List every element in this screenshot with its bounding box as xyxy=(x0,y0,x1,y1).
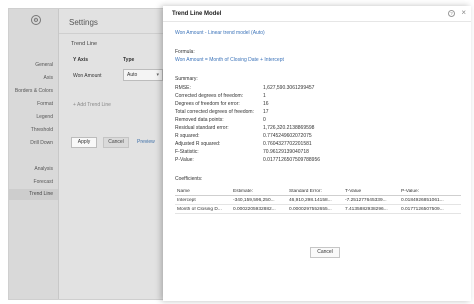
table-row: Month of Closing D... 0.0002205932882...… xyxy=(175,205,461,214)
formula-text: Won Amount = Month of Closing Date + Int… xyxy=(175,57,284,63)
summary-label: Summary: xyxy=(175,76,198,82)
summary-value-p-value: 0.0177126507509788956 xyxy=(263,157,321,163)
dialog-cancel-button[interactable]: Cancel xyxy=(310,247,340,258)
summary-value-removed-points: 0 xyxy=(263,117,266,123)
summary-label-f-statistic: F-Statistic: xyxy=(175,149,199,155)
help-icon[interactable]: ? xyxy=(448,10,455,17)
cell-name: Month of Closing D... xyxy=(177,206,222,212)
settings-title: Settings xyxy=(69,18,98,27)
y-axis-value: Won Amount xyxy=(73,73,102,79)
sidebar-item-drill-down[interactable]: Drill Down xyxy=(30,140,53,146)
summary-value-f-statistic: 70.96129139040718 xyxy=(263,149,309,155)
sidebar-item-format[interactable]: Format xyxy=(37,101,53,107)
sidebar-item-analysis[interactable]: Analysis xyxy=(34,166,53,172)
dialog-title: Trend Line Model xyxy=(172,11,222,17)
summary-label-r-squared: R squared: xyxy=(175,133,200,139)
settings-icon[interactable]: ⚙ xyxy=(31,15,41,25)
summary-value-total-df: 17 xyxy=(263,109,269,115)
cell-estimate: 0.0002205932882... xyxy=(233,206,276,212)
close-icon[interactable]: × xyxy=(461,8,466,17)
summary-label-adj-r-squared: Adjusted R squared: xyxy=(175,141,221,147)
table-row: Intercept -340,159,596,250... 46,910,298… xyxy=(175,196,461,205)
coefficients-label: Coefficients: xyxy=(175,176,203,182)
dialog-header: Trend Line Model ? × xyxy=(163,6,471,22)
type-select-value: Auto xyxy=(127,72,138,78)
summary-label-removed-points: Removed data points: xyxy=(175,117,224,123)
settings-sidebar: ⚙ General Axis Borders & Colors Format L… xyxy=(9,9,59,299)
column-header-standard-error: Standard Error: xyxy=(289,188,322,194)
column-header-type: Type xyxy=(123,57,135,63)
summary-value-rmse: 1,627,590.3061299457 xyxy=(263,85,315,91)
sidebar-item-threshold[interactable]: Threshold xyxy=(31,127,53,133)
summary-label-total-df: Total corrected degrees of freedom: xyxy=(175,109,254,115)
sidebar-item-general[interactable]: General xyxy=(35,62,53,68)
column-header-y-axis: Y Axis xyxy=(73,57,89,63)
cell-p-value: 0.0177126507509... xyxy=(401,206,444,212)
summary-label-residual-se: Residual standard error: xyxy=(175,125,229,131)
summary-value-r-squared: 0.7745249602072075 xyxy=(263,133,312,139)
section-title: Trend Line xyxy=(71,41,98,47)
sidebar-item-forecast[interactable]: Forecast xyxy=(34,179,53,185)
sidebar-item-legend[interactable]: Legend xyxy=(36,114,53,120)
type-select[interactable]: Auto ▾ xyxy=(123,69,163,81)
summary-label-error-df: Degrees of freedom for error: xyxy=(175,101,240,107)
column-header-estimate: Estimate: xyxy=(233,188,253,194)
apply-button[interactable]: Apply xyxy=(71,137,97,148)
cell-estimate: -340,159,596,250... xyxy=(233,197,275,203)
cell-t-value: -7.251277645339... xyxy=(345,197,387,203)
add-trend-line-button[interactable]: + Add Trend Line xyxy=(73,102,111,108)
summary-label-corrected-df: Corrected degrees of freedom: xyxy=(175,93,244,99)
summary-label-p-value: P-Value: xyxy=(175,157,194,163)
sidebar-item-axis[interactable]: Axis xyxy=(44,75,53,81)
column-header-t-value: T-Value xyxy=(345,188,362,194)
summary-label-rmse: RMSE: xyxy=(175,85,191,91)
cell-t-value: 7.4135882938296... xyxy=(345,206,388,212)
summary-value-corrected-df: 1 xyxy=(263,93,266,99)
sidebar-item-trend-line[interactable]: Trend Line xyxy=(9,189,58,200)
table-header-row: Name Estimate: Standard Error: T-Value P… xyxy=(175,187,461,196)
trend-line-model-dialog: Trend Line Model ? × Won Amount - Linear… xyxy=(163,6,471,301)
preview-link[interactable]: Preview xyxy=(137,139,155,145)
column-header-name: Name xyxy=(177,188,190,194)
cell-name: Intercept xyxy=(177,197,196,203)
model-link[interactable]: Won Amount - Linear trend model (Auto) xyxy=(175,30,265,36)
cell-p-value: 0.0184926851061... xyxy=(401,197,444,203)
summary-value-adj-r-squared: 0.7604327702201581 xyxy=(263,141,312,147)
cell-standard-error: 0.0000297552655... xyxy=(289,206,332,212)
summary-value-error-df: 16 xyxy=(263,101,269,107)
cell-standard-error: 46,910,298.14158... xyxy=(289,197,332,203)
summary-value-residual-se: 1,726,320.2138869598 xyxy=(263,125,315,131)
chevron-down-icon: ▾ xyxy=(156,72,159,78)
cancel-button[interactable]: Cancel xyxy=(103,137,129,148)
column-header-p-value: P-Value: xyxy=(401,188,420,194)
formula-label: Formula: xyxy=(175,49,195,55)
sidebar-item-borders-colors[interactable]: Borders & Colors xyxy=(15,88,53,94)
coefficients-table: Name Estimate: Standard Error: T-Value P… xyxy=(175,187,461,214)
